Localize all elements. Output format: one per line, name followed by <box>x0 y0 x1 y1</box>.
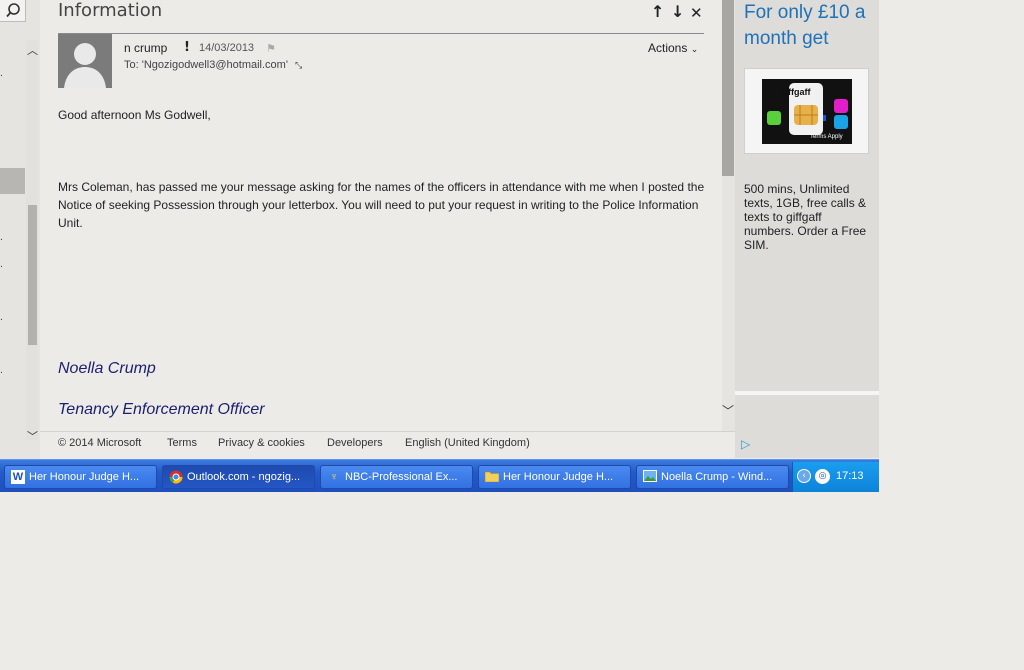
chevron-down-icon: ⌄ <box>690 44 699 54</box>
next-message-icon[interactable]: ↓ <box>671 2 684 21</box>
folder-scroll-down-icon[interactable]: ﹀ <box>27 428 38 444</box>
folder-item-dot: . <box>0 313 3 323</box>
message-body: Mrs Coleman, has passed me your message … <box>58 180 705 230</box>
actions-label: Actions <box>648 41 688 55</box>
ad-brand: giffgaff <box>780 87 811 97</box>
folder-selected-item[interactable] <box>0 168 25 194</box>
folder-item-dot: . <box>0 260 3 270</box>
actions-menu[interactable]: Actions ⌄ <box>648 41 698 55</box>
adchoices-icon[interactable]: ▷ <box>741 437 750 451</box>
ad-terms: Terms Apply <box>810 134 843 140</box>
folder-pane-scroll-thumb[interactable] <box>28 205 37 345</box>
taskbar-item-label: Her Honour Judge H... <box>503 471 614 483</box>
clock[interactable]: 17:13 <box>836 470 864 482</box>
previous-message-icon[interactable]: ↑ <box>651 2 664 21</box>
application-icon: ♆ <box>329 471 339 484</box>
folder-item-dot: . <box>0 233 3 243</box>
taskbar-item-label: Her Honour Judge H... <box>29 471 140 483</box>
image-viewer-icon <box>643 470 657 484</box>
footer-copyright: © 2014 Microsoft <box>58 437 142 449</box>
signature-title: Tenancy Enforcement Officer <box>58 401 265 418</box>
footer-terms-link[interactable]: Terms <box>167 437 197 449</box>
tray-expand-icon[interactable]: ‹ <box>797 469 811 483</box>
taskbar-item-label: NBC-Professional Ex... <box>345 471 458 483</box>
taskbar-item[interactable]: W Her Honour Judge H... <box>4 465 157 489</box>
message-scroll-thumb[interactable] <box>722 0 734 176</box>
footer-privacy-link[interactable]: Privacy & cookies <box>218 437 305 449</box>
taskbar-item-label: Noella Crump - Wind... <box>661 471 773 483</box>
search-button[interactable] <box>0 0 26 22</box>
avatar <box>58 34 112 88</box>
importance-icon: ! <box>184 40 190 55</box>
message-greeting: Good afternoon Ms Godwell, <box>58 108 211 122</box>
chrome-icon <box>169 470 183 484</box>
ad-divider <box>735 391 879 395</box>
ad-description[interactable]: 500 mins, Unlimited texts, 1GB, free cal… <box>744 182 870 252</box>
pane-title: Information <box>58 0 163 21</box>
taskbar-item-label: Outlook.com - ngozig... <box>187 471 301 483</box>
recipient-address[interactable]: To: 'Ngozigodwell3@hotmail.com' <box>124 59 288 71</box>
taskbar-item[interactable]: Her Honour Judge H... <box>478 465 631 489</box>
taskbar-item[interactable]: ♆ NBC-Professional Ex... <box>320 465 473 489</box>
footer-developers-link[interactable]: Developers <box>327 437 383 449</box>
tray-app-icon[interactable]: ◎ <box>815 469 830 484</box>
sender-name[interactable]: n crump <box>124 41 167 55</box>
scroll-down-icon[interactable]: ﹀ <box>722 402 734 419</box>
word-document-icon: W <box>11 470 25 485</box>
folder-item-dot: . <box>0 366 3 376</box>
footer <box>40 431 735 458</box>
signature-name: Noella Crump <box>58 360 156 377</box>
taskbar-item[interactable]: Noella Crump - Wind... <box>636 465 789 489</box>
flag-icon[interactable]: ⚑ <box>266 42 276 55</box>
footer-language-link[interactable]: English (United Kingdom) <box>405 437 530 449</box>
folder-item-dot: . <box>0 69 3 79</box>
ad-headline[interactable]: For only £10 a month get <box>744 0 874 52</box>
message-date: 14/03/2013 <box>199 42 255 54</box>
recipient-expand-icon[interactable]: ⤡ <box>295 60 302 70</box>
folder-scroll-up-icon[interactable]: ︿ <box>27 42 38 58</box>
recipient-line: To: 'Ngozigodwell3@hotmail.com' ⤡ <box>124 59 302 71</box>
folder-icon <box>484 470 500 484</box>
search-icon <box>6 3 20 18</box>
taskbar-item[interactable]: Outlook.com - ngozig... <box>162 465 315 489</box>
person-icon <box>58 34 112 88</box>
title-divider <box>58 33 704 34</box>
close-icon[interactable]: ✕ <box>690 4 703 22</box>
